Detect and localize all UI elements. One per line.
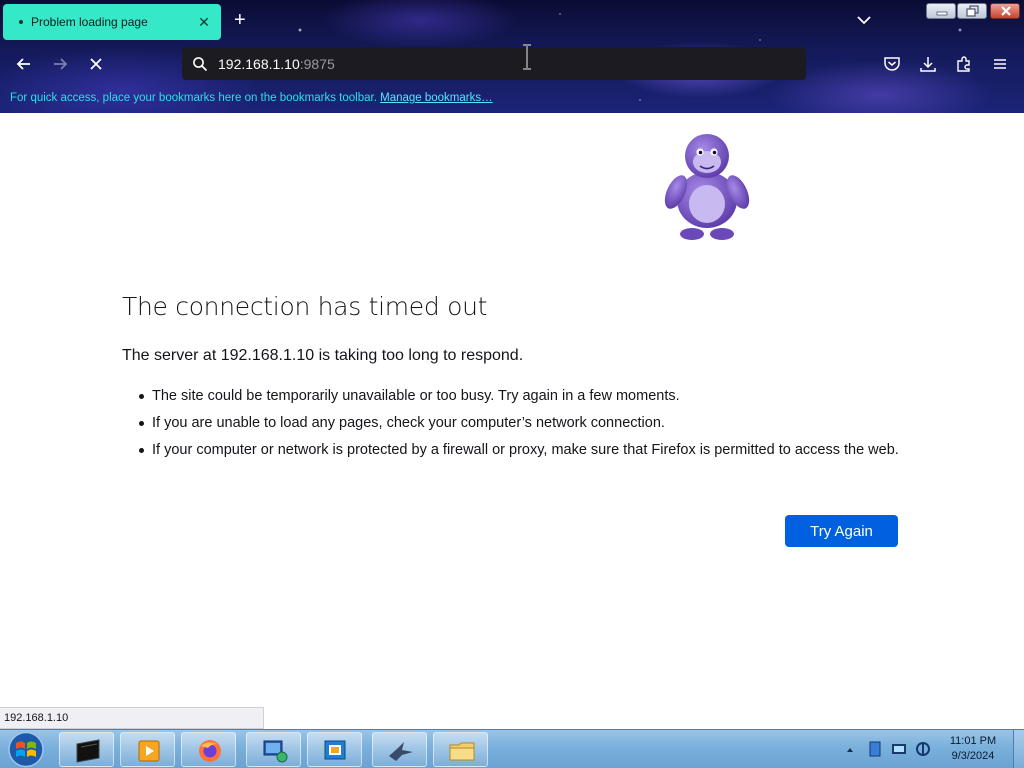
taskbar-file-explorer-button[interactable] xyxy=(433,732,488,767)
try-again-button[interactable]: Try Again xyxy=(785,515,898,547)
window-close-button[interactable] xyxy=(990,3,1020,19)
tab-title: Problem loading page xyxy=(31,15,148,29)
text-cursor-icon xyxy=(523,44,531,70)
taskbar-network-explorer-button[interactable] xyxy=(246,732,301,767)
list-all-tabs-icon[interactable] xyxy=(856,12,872,28)
network-status-icon[interactable] xyxy=(914,730,932,768)
tab-active[interactable]: Problem loading page ✕ xyxy=(3,4,221,40)
network-computer-icon xyxy=(263,740,288,763)
taskbar-virtualbox-button[interactable] xyxy=(307,732,362,767)
purple-gorilla-mascot-image xyxy=(664,134,750,240)
error-suggestions-list: The site could be temporarily unavailabl… xyxy=(139,386,908,467)
address-bar[interactable]: 192.168.1.10:9875 xyxy=(182,47,806,80)
downloads-icon[interactable] xyxy=(919,55,937,73)
tab-loading-indicator xyxy=(19,20,23,24)
list-item: The site could be temporarily unavailabl… xyxy=(139,386,908,406)
extensions-icon[interactable] xyxy=(955,55,973,73)
window-restore-button[interactable] xyxy=(957,3,987,19)
new-tab-icon[interactable]: + xyxy=(234,10,246,30)
virtualbox-icon xyxy=(324,740,346,760)
clock-date: 9/3/2024 xyxy=(951,750,995,762)
bookmarks-hint-text: For quick access, place your bookmarks h… xyxy=(10,92,377,104)
show-desktop-button[interactable] xyxy=(1013,730,1024,768)
windows-taskbar: 11:01 PM 9/3/2024 xyxy=(0,729,1024,768)
back-arrow-icon[interactable] xyxy=(14,54,34,74)
clock-time: 11:01 PM xyxy=(949,735,997,747)
list-item: If you are unable to load any pages, che… xyxy=(139,413,908,433)
bookmarks-toolbar-hint: For quick access, place your bookmarks h… xyxy=(10,92,493,104)
browser-chrome: Problem loading page ✕ + 192.168.1.10:98… xyxy=(0,0,1024,113)
folder-icon xyxy=(449,742,475,761)
firefox-icon xyxy=(199,740,221,762)
start-button-windows-orb-icon[interactable] xyxy=(6,731,46,768)
forward-arrow-icon[interactable] xyxy=(50,54,70,74)
terminal-icon xyxy=(76,739,100,763)
url-host: 192.168.1.10 xyxy=(218,55,300,72)
action-center-flag-icon[interactable] xyxy=(890,730,908,768)
status-bar-url: 192.168.1.10 xyxy=(0,707,264,729)
restore-icon xyxy=(958,4,986,18)
taskbar-terminal-button[interactable] xyxy=(59,732,114,767)
system-clock[interactable]: 11:01 PM 9/3/2024 xyxy=(940,734,1006,764)
minimize-icon xyxy=(927,4,955,18)
media-player-icon xyxy=(138,740,160,762)
search-icon xyxy=(193,56,208,71)
tray-app-icon[interactable] xyxy=(866,730,884,768)
taskbar-media-player-button[interactable] xyxy=(120,732,175,767)
show-hidden-icons-chevron-icon[interactable] xyxy=(845,730,855,768)
pocket-icon[interactable] xyxy=(883,55,901,73)
window-minimize-button[interactable] xyxy=(926,3,956,19)
url-port: :9875 xyxy=(299,55,335,72)
tab-close-icon[interactable]: ✕ xyxy=(195,14,213,31)
manage-bookmarks-link[interactable]: Manage bookmarks… xyxy=(380,92,493,104)
taskbar-pidgin-button[interactable] xyxy=(372,732,427,767)
error-title: The connection has timed out xyxy=(122,292,488,321)
bird-app-icon xyxy=(389,742,413,761)
stop-loading-icon[interactable] xyxy=(86,54,106,74)
taskbar-firefox-button[interactable] xyxy=(181,732,236,767)
menu-hamburger-icon[interactable] xyxy=(991,55,1009,73)
close-icon xyxy=(991,4,1019,18)
list-item: If your computer or network is protected… xyxy=(139,440,908,460)
error-description: The server at 192.168.1.10 is taking too… xyxy=(122,347,524,364)
